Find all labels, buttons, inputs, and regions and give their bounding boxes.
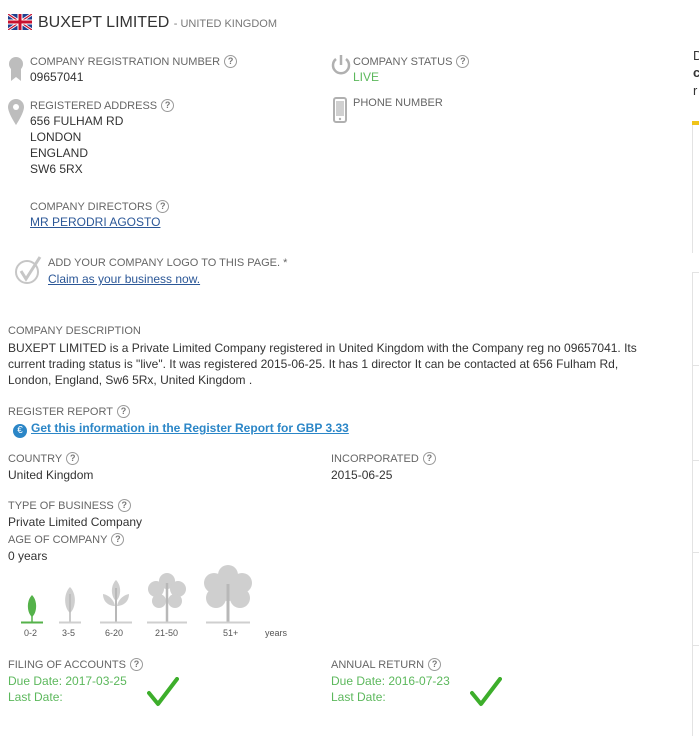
sidebar-text-fragment: r: [693, 83, 698, 98]
help-icon[interactable]: ?: [428, 658, 442, 671]
filing-of-accounts-label: FILING OF ACCOUNTS?: [8, 658, 143, 671]
sidebar-border: [692, 125, 693, 253]
company-description-text: BUXEPT LIMITED is a Private Limited Comp…: [8, 341, 637, 387]
claim-business-link[interactable]: Claim as your business now.: [48, 272, 200, 286]
country-label: COUNTRY?: [8, 452, 80, 465]
country-suffix: - UNITED KINGDOM: [173, 18, 278, 30]
checkmark-icon: [147, 677, 179, 710]
register-report-link[interactable]: Get this information in the Register Rep…: [31, 421, 349, 435]
type-of-business-value: Private Limited Company: [8, 515, 143, 529]
age-scale-label: 3-5: [62, 628, 76, 638]
country-value: United Kingdom: [8, 468, 94, 482]
age-scale-label: 51+: [223, 628, 239, 638]
page-title: BUXEPT LIMITED - UNITED KINGDOM: [38, 14, 277, 32]
sidebar-divider: [693, 365, 699, 366]
help-icon[interactable]: ?: [422, 452, 436, 465]
age-scale-label: 0-2: [24, 628, 38, 638]
help-icon[interactable]: ?: [224, 55, 238, 68]
age-of-company-value: 0 years: [8, 549, 48, 563]
help-icon[interactable]: ?: [456, 55, 470, 68]
filing-due-date: Due Date: 2017-03-25: [8, 674, 127, 688]
sprout-icon: [19, 591, 45, 628]
age-scale-label: 6-20: [105, 628, 124, 638]
company-status-label: COMPANY STATUS?: [353, 55, 470, 68]
sidebar-divider: [693, 460, 699, 461]
address-line: ENGLAND: [30, 146, 89, 160]
filing-last-date: Last Date:: [8, 690, 63, 704]
director-link[interactable]: MR PERODRI AGOSTO: [30, 215, 160, 229]
incorporated-value: 2015-06-25: [331, 468, 393, 482]
sidebar-divider: [693, 272, 699, 273]
age-of-company-label: AGE OF COMPANY?: [8, 533, 125, 546]
help-icon[interactable]: ?: [66, 452, 80, 465]
registration-number-label: COMPANY REGISTRATION NUMBER?: [30, 55, 238, 68]
help-icon[interactable]: ?: [161, 99, 175, 112]
checkmark-icon: [470, 677, 502, 710]
register-report-label: REGISTER REPORT?: [8, 405, 130, 418]
incorporated-label: INCORPORATED?: [331, 452, 436, 465]
euro-icon: €: [13, 424, 27, 438]
sidebar-text-fragment: D: [693, 48, 699, 63]
age-scale-label: 21-50: [155, 628, 179, 638]
sidebar-divider: [693, 552, 699, 553]
annual-return-last-date: Last Date:: [331, 690, 386, 704]
annual-return-due-date: Due Date: 2016-07-23: [331, 674, 450, 688]
young-tree-icon: [97, 578, 135, 628]
help-icon[interactable]: ?: [116, 405, 130, 418]
sidebar-text-fragment: c: [693, 65, 699, 80]
type-of-business-label: TYPE OF BUSINESS?: [8, 499, 131, 512]
help-icon[interactable]: ?: [111, 533, 125, 546]
address-line: 656 FULHAM RD: [30, 114, 124, 128]
sidebar-accent-bar: [692, 121, 699, 125]
help-icon[interactable]: ?: [129, 658, 143, 671]
large-tree-icon: [203, 564, 253, 628]
add-logo-text: ADD YOUR COMPANY LOGO TO THIS PAGE. *: [48, 257, 288, 269]
map-pin-icon: [8, 99, 24, 128]
company-name: BUXEPT LIMITED: [38, 14, 170, 31]
help-icon[interactable]: ?: [156, 200, 170, 213]
check-circle-icon: [14, 256, 42, 289]
annual-return-label: ANNUAL RETURN?: [331, 658, 442, 671]
sidebar-divider: [693, 645, 699, 646]
company-directors-label: COMPANY DIRECTORS?: [30, 200, 170, 213]
age-scale-unit: years: [265, 628, 288, 638]
phone-icon: [333, 97, 347, 126]
help-icon[interactable]: ?: [117, 499, 131, 512]
sidebar-border: [692, 272, 693, 736]
phone-number-label: PHONE NUMBER: [353, 97, 443, 109]
tree-icon: [144, 571, 190, 628]
company-status-value: LIVE: [353, 70, 380, 84]
ribbon-icon: [8, 56, 24, 85]
registered-address-label: REGISTERED ADDRESS?: [30, 99, 175, 112]
address-line: SW6 5RX: [30, 162, 83, 176]
sapling-icon: [57, 584, 83, 628]
power-icon: [331, 54, 351, 79]
registration-number-value: 09657041: [30, 70, 84, 84]
register-report-row: € Get this information in the Register Re…: [13, 421, 349, 438]
company-description-label: COMPANY DESCRIPTION: [8, 325, 141, 337]
address-line: LONDON: [30, 130, 82, 144]
uk-flag-icon: [7, 12, 33, 33]
